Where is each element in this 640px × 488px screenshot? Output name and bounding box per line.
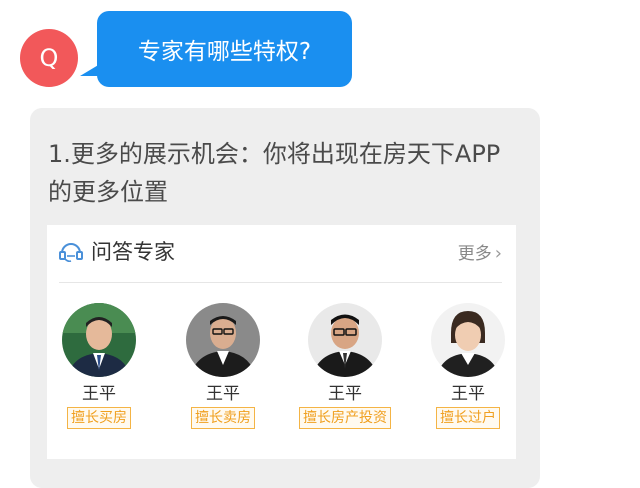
expert-avatar — [431, 303, 505, 377]
question-avatar: Q — [20, 29, 78, 87]
expert-card[interactable]: 王平 擅长买房 — [44, 303, 154, 429]
expert-name: 王平 — [206, 384, 240, 404]
panel-header: 问答专家 更多 › — [47, 225, 516, 282]
more-link[interactable]: 更多 › — [458, 243, 502, 265]
chevron-right-icon: › — [494, 243, 502, 264]
question-text: 专家有哪些特权? — [137, 39, 312, 65]
expert-tag: 擅长买房 — [67, 407, 131, 429]
question-bubble: 专家有哪些特权? — [97, 11, 352, 87]
panel-title: 问答专家 — [91, 240, 175, 264]
panel-divider — [59, 282, 502, 283]
answer-text: 1.更多的展示机会：你将出现在房天下APP的更多位置 — [48, 140, 501, 206]
expert-card[interactable]: 王平 擅长房产投资 — [290, 303, 400, 429]
expert-name: 王平 — [328, 384, 362, 404]
expert-tag: 擅长房产投资 — [299, 407, 391, 429]
expert-tag: 擅长过户 — [436, 407, 500, 429]
expert-avatar — [62, 303, 136, 377]
answer-card: 1.更多的展示机会：你将出现在房天下APP的更多位置 问答专家 更多 › 王平 … — [30, 108, 540, 488]
question-avatar-letter: Q — [39, 44, 59, 72]
expert-name: 王平 — [451, 384, 485, 404]
experts-panel: 问答专家 更多 › 王平 擅长买房 王平 擅长卖房 王平 擅长房产投资 王平 擅… — [47, 225, 516, 459]
experts-row: 王平 擅长买房 王平 擅长卖房 王平 擅长房产投资 王平 擅长过户 — [47, 303, 516, 443]
expert-name: 王平 — [82, 384, 116, 404]
expert-avatar — [308, 303, 382, 377]
expert-avatar — [186, 303, 260, 377]
expert-tag: 擅长卖房 — [191, 407, 255, 429]
expert-card[interactable]: 王平 擅长过户 — [413, 303, 523, 429]
headset-icon — [59, 243, 83, 263]
more-label: 更多 — [457, 244, 492, 264]
expert-card[interactable]: 王平 擅长卖房 — [168, 303, 278, 429]
